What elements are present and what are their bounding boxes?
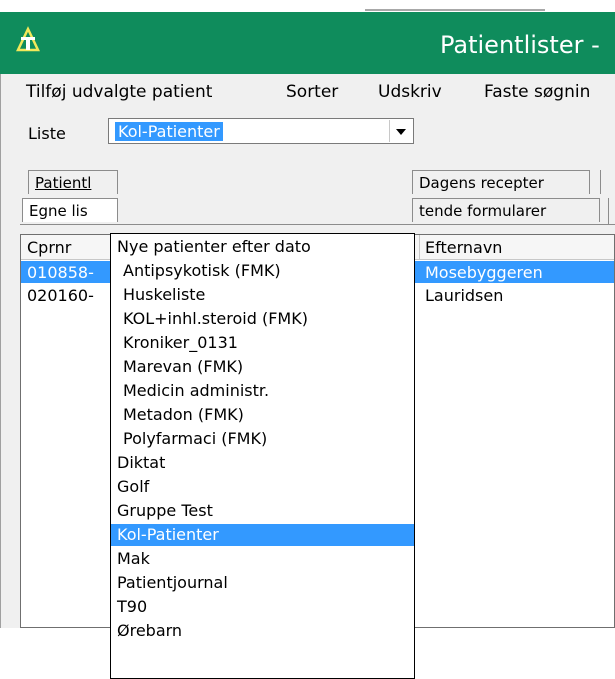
tab-label: tende formularer	[419, 202, 547, 220]
list-item-label: Kroniker_0131	[123, 333, 238, 352]
menu-sort[interactable]: Sorter	[286, 82, 338, 102]
combo-dropdown-button[interactable]	[389, 120, 412, 142]
cell-cprnr: 010858-	[27, 263, 94, 282]
list-item[interactable]: Kroniker_0131	[111, 332, 414, 354]
liste-combobox[interactable]: Kol-Patienter	[108, 118, 414, 144]
list-item-label: Huskeliste	[123, 285, 206, 304]
list-item-label: Ørebarn	[117, 621, 183, 640]
list-item[interactable]: Marevan (FMK)	[111, 356, 414, 378]
list-item[interactable]: Ørebarn	[111, 620, 414, 642]
chevron-down-icon	[396, 129, 406, 135]
list-item[interactable]: Golf	[111, 476, 414, 498]
tab-ventende-formularer[interactable]: tende formularer	[412, 198, 600, 222]
title-bar: Patientlister -	[0, 12, 615, 74]
menu-saved-searches[interactable]: Faste søgnin	[484, 82, 590, 102]
list-item-label: T90	[117, 597, 148, 616]
menu-add-selected-patient[interactable]: Tilføj udvalgte patient	[26, 82, 212, 102]
tab-label: Patientl	[35, 174, 92, 192]
list-item-label: Marevan (FMK)	[123, 357, 244, 376]
column-divider	[419, 235, 420, 259]
tab-patientlister[interactable]: Patientl	[28, 170, 118, 194]
window-title: Patientlister -	[440, 31, 600, 59]
column-header-cprnr[interactable]: Cprnr	[27, 238, 71, 257]
list-item[interactable]: Patientjournal	[111, 572, 414, 594]
tab-label: Egne lis	[29, 202, 88, 220]
list-item[interactable]: Huskeliste	[111, 284, 414, 306]
list-item-label: Antipsykotisk (FMK)	[123, 261, 281, 280]
background-window-fragment	[365, 0, 545, 11]
list-item[interactable]: Antipsykotisk (FMK)	[111, 260, 414, 282]
list-item-label: Polyfarmaci (FMK)	[123, 429, 268, 448]
list-item-selected[interactable]: Kol-Patienter	[111, 524, 414, 546]
list-item[interactable]: Mak	[111, 548, 414, 570]
cell-efternavn: Mosebyggeren	[425, 263, 543, 282]
tab-divider	[600, 170, 601, 194]
column-header-efternavn[interactable]: Efternavn	[425, 238, 502, 257]
list-item[interactable]: Medicin administr.	[111, 380, 414, 402]
list-item-label: Diktat	[117, 453, 166, 472]
list-item[interactable]: Nye patienter efter dato	[111, 236, 414, 258]
list-item-label: Kol-Patienter	[117, 525, 219, 544]
list-item-label: Nye patienter efter dato	[117, 237, 311, 256]
list-item[interactable]: T90	[111, 596, 414, 618]
tab-egne-lister[interactable]: Egne lis	[22, 198, 118, 222]
liste-label: Liste	[28, 124, 66, 143]
window-client-area: Tilføj udvalgte patient Sorter Udskriv F…	[0, 74, 615, 679]
tab-dagens-recepter[interactable]: Dagens recepter	[412, 170, 590, 194]
list-item-label: Patientjournal	[117, 573, 228, 592]
menu-bar: Tilføj udvalgte patient Sorter Udskriv F…	[0, 74, 615, 108]
list-item[interactable]: Gruppe Test	[111, 500, 414, 522]
tab-baseline	[20, 224, 615, 225]
tab-divider	[608, 198, 609, 224]
cell-efternavn: Lauridsen	[425, 286, 504, 305]
list-item-label: Medicin administr.	[123, 381, 270, 400]
menu-print[interactable]: Udskriv	[378, 82, 442, 102]
liste-dropdown-list[interactable]: Nye patienter efter dato Antipsykotisk (…	[110, 233, 415, 679]
tab-label: Dagens recepter	[419, 174, 544, 192]
list-item-label: Metadon (FMK)	[123, 405, 244, 424]
background-window-strip	[0, 0, 615, 12]
list-item[interactable]: Polyfarmaci (FMK)	[111, 428, 414, 450]
app-logo-icon	[14, 26, 42, 54]
list-item[interactable]: Diktat	[111, 452, 414, 474]
cell-cprnr: 020160-	[27, 286, 94, 305]
list-item[interactable]: Metadon (FMK)	[111, 404, 414, 426]
list-item-label: Gruppe Test	[117, 501, 213, 520]
window-left-border	[0, 74, 1, 628]
list-item-label: Golf	[117, 477, 150, 496]
list-item[interactable]: KOL+inhl.steroid (FMK)	[111, 308, 414, 330]
list-item-label: KOL+inhl.steroid (FMK)	[123, 309, 308, 328]
list-item-label: Mak	[117, 549, 150, 568]
liste-selected-value: Kol-Patienter	[115, 122, 223, 141]
